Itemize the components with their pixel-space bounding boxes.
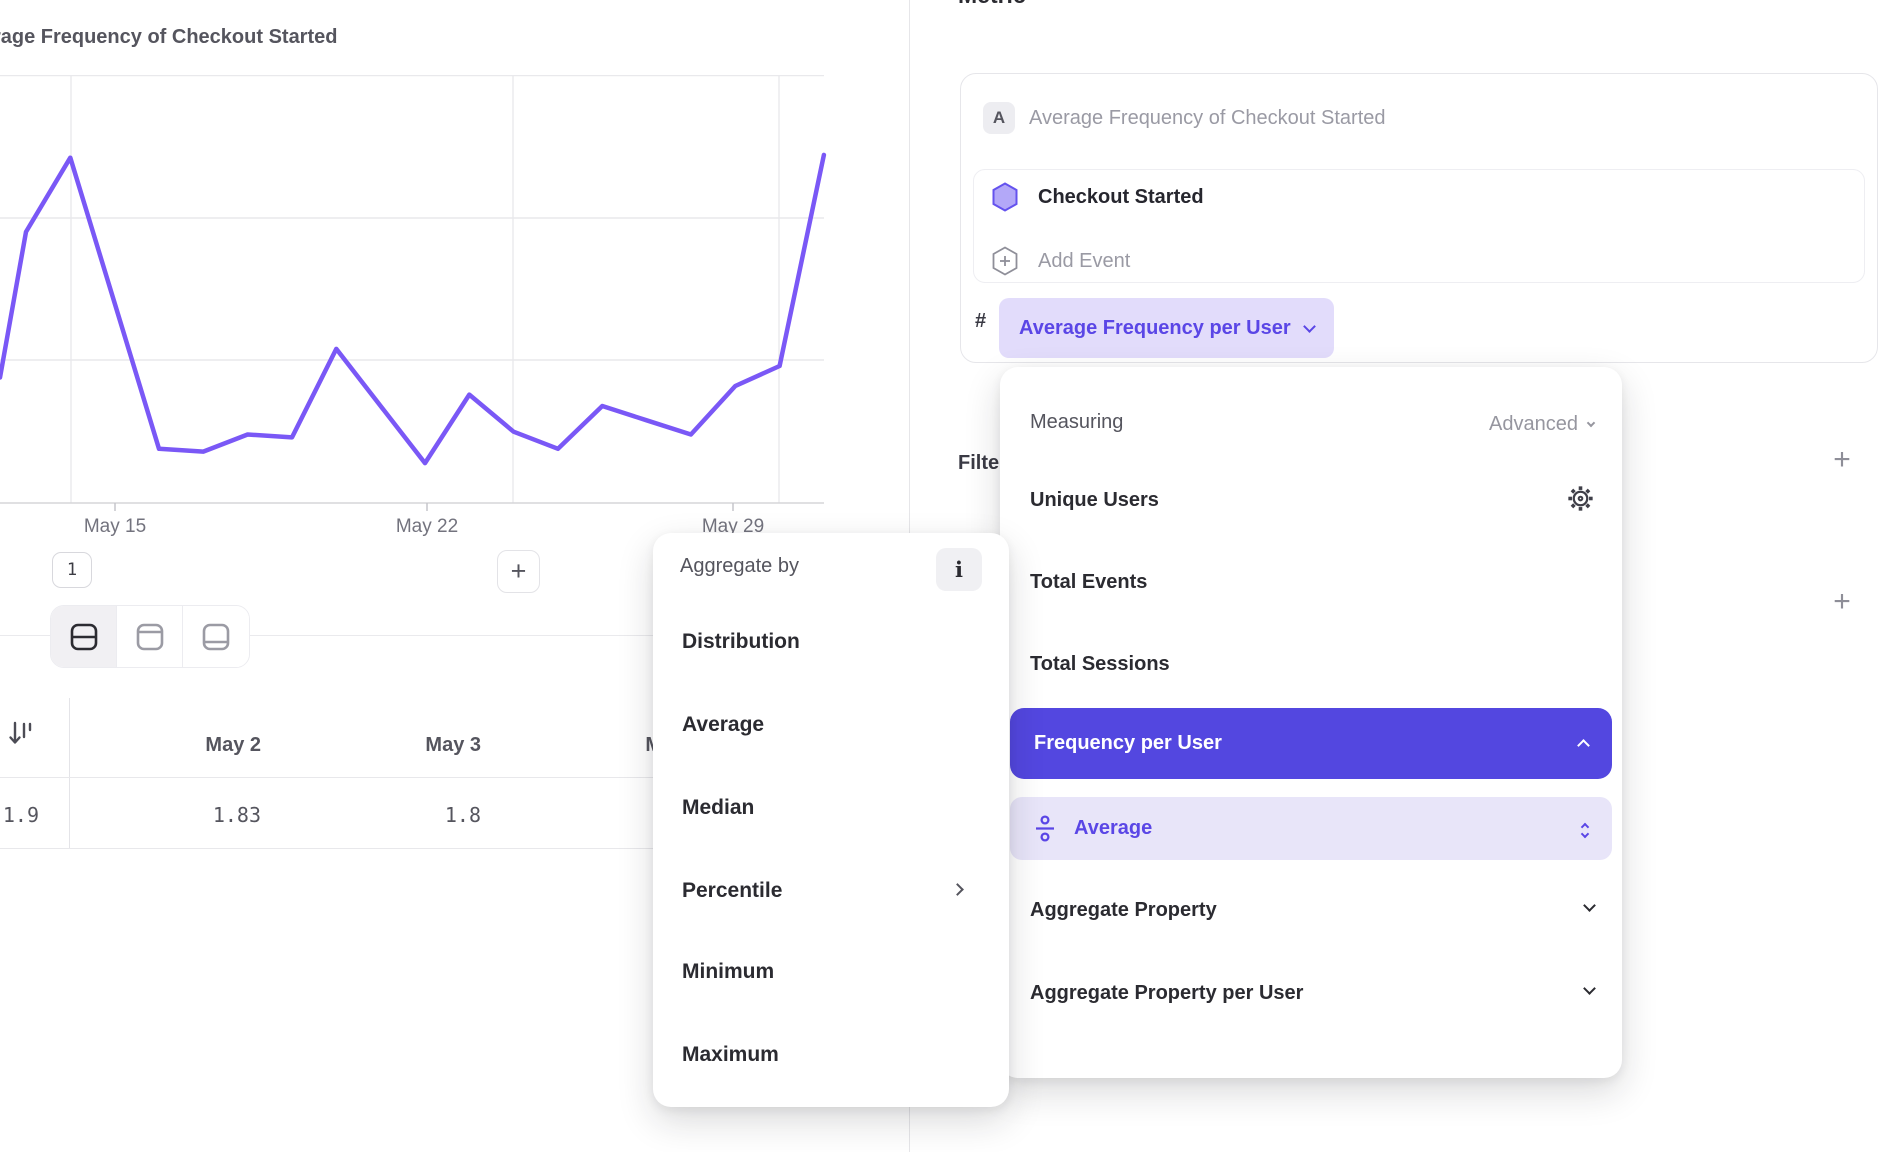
menu-item-median[interactable]: Median <box>682 790 754 826</box>
sort-descending-icon <box>7 719 39 749</box>
table-header-border <box>0 777 653 778</box>
chevron-down-icon <box>1587 418 1595 426</box>
event-card: Checkout Started Add Event <box>973 169 1865 283</box>
menu-item-frequency-per-user-selected[interactable]: Frequency per User <box>1010 708 1612 779</box>
annotation-marker-button[interactable]: 1 <box>52 552 92 588</box>
table-cell: 1.83 <box>69 798 343 832</box>
view-toggle-split-rows[interactable] <box>51 606 117 667</box>
add-breakdown-button[interactable]: + <box>1823 583 1861 621</box>
event-row-checkout-started[interactable]: Checkout Started <box>992 182 1204 212</box>
event-name: Checkout Started <box>1038 186 1204 209</box>
table-header-may-2[interactable]: May 2 <box>69 727 343 763</box>
panel-top-icon <box>133 620 167 654</box>
divide-icon <box>1034 815 1056 842</box>
aggregate-by-header: Aggregate by <box>680 555 799 578</box>
view-toggle-panel-bottom[interactable] <box>183 606 249 667</box>
add-metric-button[interactable]: + <box>1843 0 1861 8</box>
advanced-label: Advanced <box>1489 413 1578 436</box>
chevron-right-icon <box>951 883 964 896</box>
measurement-dropdown-button[interactable]: Average Frequency per User <box>999 298 1334 358</box>
menu-subitem-average[interactable]: Average <box>1010 797 1612 860</box>
metric-title-input[interactable]: Average Frequency of Checkout Started <box>1029 107 1386 130</box>
chevron-down-icon <box>1583 982 1596 995</box>
add-event-label: Add Event <box>1038 250 1130 273</box>
aggregate-by-dropdown-menu: Aggregate by i Distribution Average Medi… <box>653 533 1009 1107</box>
split-rows-icon <box>67 620 101 654</box>
menu-item-unique-users[interactable]: Unique Users <box>1030 482 1159 518</box>
chevron-down-icon <box>1583 899 1596 912</box>
table-header-may-3[interactable]: May 3 <box>343 727 563 763</box>
info-button[interactable]: i <box>936 548 982 591</box>
metric-section-heading: Metric <box>958 0 1026 9</box>
advanced-toggle[interactable]: Advanced <box>1489 413 1594 436</box>
up-down-chevrons-icon <box>1582 820 1588 837</box>
selected-item-label: Frequency per User <box>1034 732 1222 755</box>
chevron-down-icon <box>1303 320 1316 333</box>
line-chart <box>0 75 830 512</box>
measurement-label: Average Frequency per User <box>1019 317 1291 340</box>
view-layout-segmented-control <box>50 605 250 668</box>
table-row-border <box>0 848 653 849</box>
menu-item-minimum[interactable]: Minimum <box>682 954 774 990</box>
add-event-hexagon-plus-icon <box>992 246 1018 276</box>
chevron-up-icon <box>1577 739 1590 752</box>
menu-item-aggregate-property-per-user[interactable]: Aggregate Property per User <box>1030 975 1303 1011</box>
add-annotation-button[interactable]: + <box>497 550 540 593</box>
sub-item-label: Average <box>1074 817 1152 840</box>
event-hexagon-icon <box>992 182 1018 212</box>
panel-bottom-icon <box>199 620 233 654</box>
x-axis-label: May 22 <box>357 516 497 538</box>
menu-item-aggregate-property[interactable]: Aggregate Property <box>1030 892 1217 928</box>
metric-badge: A <box>983 102 1015 134</box>
sort-button[interactable] <box>7 719 39 754</box>
add-event-button[interactable]: Add Event <box>992 246 1130 276</box>
add-filter-button[interactable]: + <box>1823 441 1861 479</box>
insights-report-screen: Average Frequency of Checkout Started Ma… <box>0 0 1898 1152</box>
settings-button[interactable] <box>1567 485 1594 517</box>
menu-item-percentile[interactable]: Percentile <box>682 873 782 909</box>
menu-item-average[interactable]: Average <box>682 707 764 743</box>
menu-item-total-sessions[interactable]: Total Sessions <box>1030 646 1170 682</box>
chart-title: Average Frequency of Checkout Started <box>0 26 337 49</box>
gear-icon <box>1567 485 1594 512</box>
chart-series-line <box>0 155 824 463</box>
metric-card: A Average Frequency of Checkout Started … <box>960 73 1878 363</box>
menu-item-distribution[interactable]: Distribution <box>682 624 800 660</box>
table-cell: 1.9 <box>0 798 69 832</box>
menu-item-total-events[interactable]: Total Events <box>1030 564 1147 600</box>
measuring-dropdown-menu: Measuring Advanced Unique Users <box>1000 367 1622 1078</box>
measuring-header: Measuring <box>1030 411 1123 434</box>
table-cell: 1.8 <box>343 798 563 832</box>
menu-item-maximum[interactable]: Maximum <box>682 1037 779 1073</box>
measurement-hash-icon: # <box>975 310 986 333</box>
view-toggle-panel-top[interactable] <box>117 606 183 667</box>
x-axis-label: May 15 <box>45 516 185 538</box>
